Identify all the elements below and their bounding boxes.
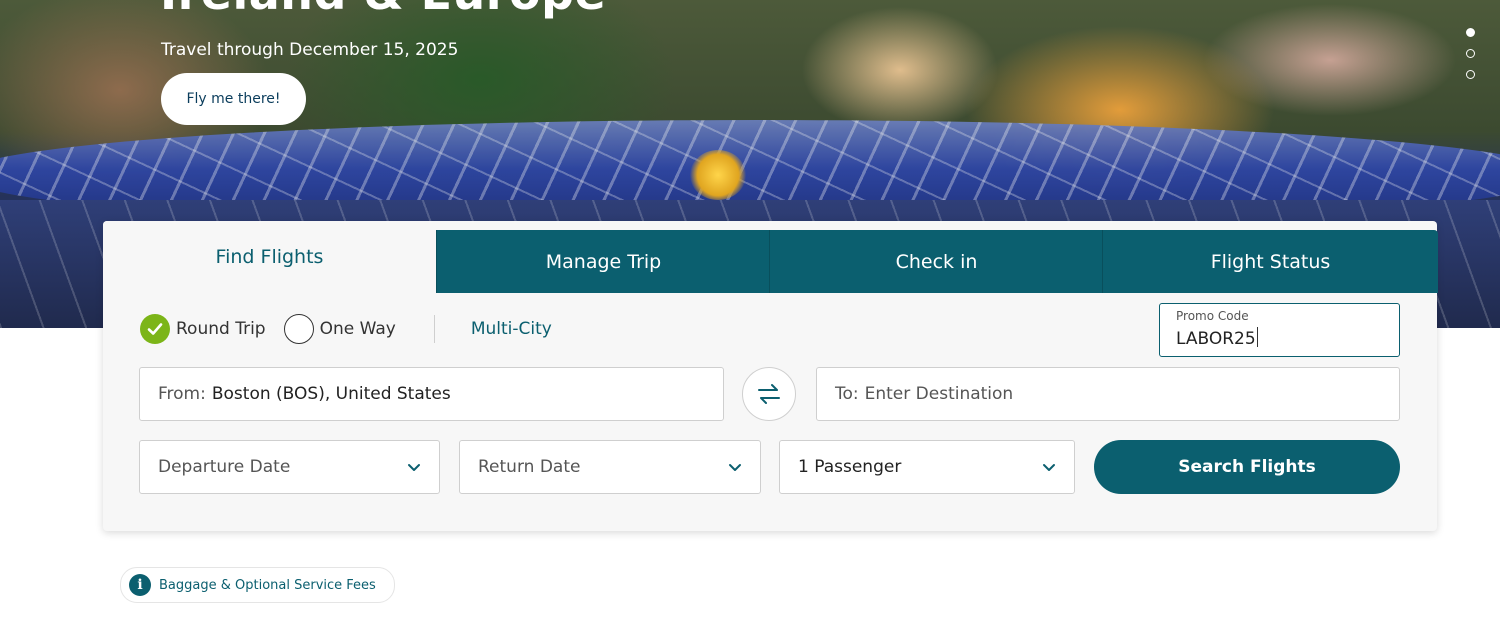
booking-widget: Find Flights Manage Trip Check in Flight… [103,221,1438,531]
hero-title: Ireland & Europe [160,0,606,20]
one-way-radio[interactable]: One Way [283,314,396,344]
carousel-indicators [1466,28,1475,91]
baggage-fees-link[interactable]: i Baggage & Optional Service Fees [120,567,395,603]
passenger-value: 1 Passenger [798,457,902,477]
mosaic-accent [690,150,746,200]
passenger-select[interactable]: 1 Passenger [779,440,1075,494]
to-label: To: [835,384,859,404]
to-field[interactable]: To: Enter Destination [816,367,1400,421]
swap-cities-button[interactable] [742,367,796,421]
radio-circle-icon [283,314,314,344]
tab-find-flights[interactable]: Find Flights [103,221,436,293]
promo-code-field[interactable]: Promo Code LABOR25 [1159,303,1400,357]
checkmark-icon [140,314,170,344]
hero-subtitle: Travel through December 15, 2025 [161,40,459,60]
from-label: From: [158,384,206,404]
info-icon: i [129,574,151,596]
from-value: Boston (BOS), United States [211,384,451,404]
swap-arrows-icon [758,384,780,404]
promo-code-input[interactable]: LABOR25 [1176,327,1258,349]
multi-city-link[interactable]: Multi-City [471,319,552,339]
departure-date-select[interactable]: Departure Date [139,440,440,494]
one-way-label: One Way [319,319,396,339]
round-trip-radio[interactable]: Round Trip [140,314,266,344]
chevron-down-icon [729,464,741,471]
divider [433,315,435,343]
tab-check-in[interactable]: Check in [769,230,1103,293]
search-flights-button[interactable]: Search Flights [1094,440,1400,494]
departure-date-placeholder: Departure Date [158,457,291,477]
tab-flight-status[interactable]: Flight Status [1102,230,1438,293]
carousel-dot-2[interactable] [1466,49,1475,58]
from-field[interactable]: From: Boston (BOS), United States [139,367,724,421]
to-placeholder: Enter Destination [864,384,1014,404]
carousel-dot-3[interactable] [1466,70,1475,79]
trip-type-selector: Round Trip One Way Multi-City [140,314,552,344]
fly-me-there-button[interactable]: Fly me there! [161,73,306,125]
carousel-dot-1[interactable] [1466,28,1475,37]
baggage-fees-label: Baggage & Optional Service Fees [159,577,376,593]
promo-code-label: Promo Code [1176,309,1249,323]
tab-manage-trip[interactable]: Manage Trip [436,230,770,293]
chevron-down-icon [1043,464,1055,471]
return-date-placeholder: Return Date [478,457,581,477]
round-trip-label: Round Trip [176,319,266,339]
chevron-down-icon [408,464,420,471]
booking-tabs: Find Flights Manage Trip Check in Flight… [103,221,1438,293]
return-date-select[interactable]: Return Date [459,440,761,494]
